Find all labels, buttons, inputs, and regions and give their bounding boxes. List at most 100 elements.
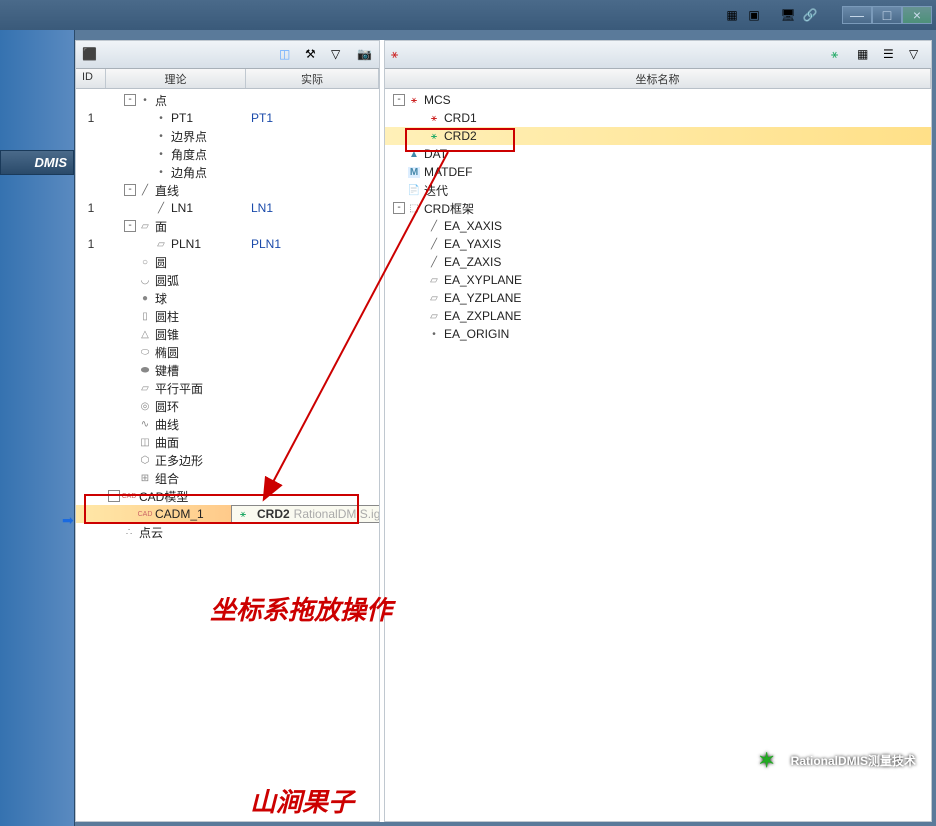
header-theory[interactable]: 理论 (106, 69, 246, 88)
titlebar-icon-2[interactable]: ▣ (744, 7, 764, 23)
tree-label: EA_YZPLANE (444, 291, 521, 305)
axis2-icon[interactable]: ⚹ (831, 47, 847, 63)
features-tree[interactable]: -点1PT1PT1边界点角度点边角点-直线1LN1LN1-面1PLN1PLN1圆… (76, 89, 379, 821)
plane-icon (138, 219, 152, 233)
tree-label: EA_XYPLANE (444, 273, 522, 287)
tree-row[interactable]: -点 (76, 91, 379, 109)
plane-icon (427, 291, 441, 305)
tree-row[interactable]: EA_XYPLANE (385, 271, 931, 289)
expand-toggle[interactable]: - (108, 490, 120, 502)
tree-row[interactable]: 角度点 (76, 145, 379, 163)
tree-row[interactable]: ⚹CRD2 (385, 127, 931, 145)
tree-row[interactable]: DAT (385, 145, 931, 163)
tree-label: CADM_1 (155, 507, 204, 521)
right-toolbar: ⚹ ⚹ ▦ ☰ ▽ (385, 41, 931, 69)
tree-label: 键槽 (155, 362, 179, 379)
line-icon (138, 183, 152, 197)
point-icon (154, 129, 168, 143)
tree-row[interactable]: EA_YAXIS (385, 235, 931, 253)
tree-label: CRD框架 (424, 200, 474, 217)
maximize-button[interactable]: □ (872, 6, 902, 24)
tree-row[interactable]: -⚹MCS (385, 91, 931, 109)
tree-row[interactable]: 圆 (76, 253, 379, 271)
tree-label: 圆 (155, 254, 167, 271)
tree-label: LN1 (171, 201, 193, 215)
tree-row[interactable]: EA_ZXPLANE (385, 307, 931, 325)
tree-row[interactable]: 曲线 (76, 415, 379, 433)
tree-row[interactable]: 点云 (76, 523, 379, 541)
filter-icon[interactable]: ▽ (331, 47, 347, 63)
tree-row[interactable]: -直线 (76, 181, 379, 199)
tree-label: EA_XAXIS (444, 219, 502, 233)
left-headers: ID 理论 实际 (76, 69, 379, 89)
header-actual[interactable]: 实际 (246, 69, 379, 88)
header-coordname[interactable]: 坐标名称 (385, 69, 931, 88)
titlebar-icon-4[interactable]: 🔗 (800, 7, 820, 23)
tree-row[interactable]: 正多边形 (76, 451, 379, 469)
cad-icon (122, 489, 136, 503)
expand-toggle[interactable]: - (124, 184, 136, 196)
tool-icon[interactable]: ⚒ (305, 47, 321, 63)
titlebar-icon-1[interactable]: ▦ (722, 7, 742, 23)
cube-icon[interactable]: ⬛ (82, 47, 98, 63)
tree-row[interactable]: 1LN1LN1 (76, 199, 379, 217)
tree-row[interactable]: 边角点 (76, 163, 379, 181)
minimize-button[interactable]: — (842, 6, 872, 24)
expand-toggle[interactable]: - (124, 94, 136, 106)
tree-label: 椭圆 (155, 344, 179, 361)
list-icon[interactable]: ☰ (883, 47, 899, 63)
tree-row[interactable]: 球 (76, 289, 379, 307)
tree-row[interactable]: 1PLN1PLN1 (76, 235, 379, 253)
tree-row[interactable]: EA_ZAXIS (385, 253, 931, 271)
axis-icon[interactable]: ⚹ (391, 47, 407, 63)
camera-icon[interactable]: 📷 (357, 47, 373, 63)
dmis-tab[interactable]: DMIS (0, 150, 74, 175)
tree-row[interactable]: MATDEF (385, 163, 931, 181)
tree-label: 球 (155, 290, 167, 307)
tree-row[interactable]: 圆柱 (76, 307, 379, 325)
tree-row[interactable]: EA_XAXIS (385, 217, 931, 235)
expand-toggle[interactable]: - (124, 220, 136, 232)
tree-label: 正多边形 (155, 452, 203, 469)
actual-value: LN1 (251, 201, 273, 215)
tree-label: EA_YAXIS (444, 237, 501, 251)
tree-row[interactable]: 圆环 (76, 397, 379, 415)
tree-row[interactable]: - CRD框架 (385, 199, 931, 217)
tree-row[interactable]: -面 (76, 217, 379, 235)
watermark: ✶ RationalDMIS测量技术 (751, 744, 916, 776)
tree-label: 面 (155, 218, 167, 235)
tree-label: 角度点 (171, 146, 207, 163)
axis2-icon: ⚹ (236, 507, 250, 521)
tree-row[interactable]: 边界点 (76, 127, 379, 145)
tree-row[interactable]: 迭代 (385, 181, 931, 199)
header-id[interactable]: ID (76, 69, 106, 88)
cyl-icon (138, 309, 152, 323)
titlebar-icon-3[interactable]: 🖥 (778, 7, 798, 23)
ellipse-icon (138, 345, 152, 359)
tree-row[interactable]: 1PT1PT1 (76, 109, 379, 127)
axis-icon: ⚹ (427, 111, 441, 125)
expand-toggle[interactable]: - (393, 94, 405, 106)
close-button[interactable]: × (902, 6, 932, 24)
drag-ghost: ⚹CRD2RationalDMIS.igs (231, 505, 379, 523)
tree-row[interactable]: 圆锥 (76, 325, 379, 343)
tree-row[interactable]: -CAD模型 (76, 487, 379, 505)
tree-row[interactable]: EA_ORIGIN (385, 325, 931, 343)
tree-row[interactable]: 平行平面 (76, 379, 379, 397)
tree-row[interactable]: 圆弧 (76, 271, 379, 289)
grid-icon[interactable]: ▦ (857, 47, 873, 63)
tree-row[interactable]: EA_YZPLANE (385, 289, 931, 307)
tree-row[interactable]: ⚹CRD1 (385, 109, 931, 127)
point-icon (154, 165, 168, 179)
tree-row[interactable]: CADM_1 ⚹CRD2RationalDMIS.igs (76, 505, 379, 523)
filter2-icon[interactable]: ▽ (909, 47, 925, 63)
arc-icon (138, 273, 152, 287)
point-icon (154, 111, 168, 125)
tree-row[interactable]: 曲面 (76, 433, 379, 451)
tree-row[interactable]: 键槽 (76, 361, 379, 379)
expand-toggle[interactable]: - (393, 202, 405, 214)
tree-row[interactable]: 组合 (76, 469, 379, 487)
cube2-icon[interactable]: ◫ (279, 47, 295, 63)
coord-tree[interactable]: -⚹MCS⚹CRD1⚹CRD2DATMATDEF迭代 - CRD框架 EA_XAXIS… (385, 89, 931, 821)
tree-row[interactable]: 椭圆 (76, 343, 379, 361)
